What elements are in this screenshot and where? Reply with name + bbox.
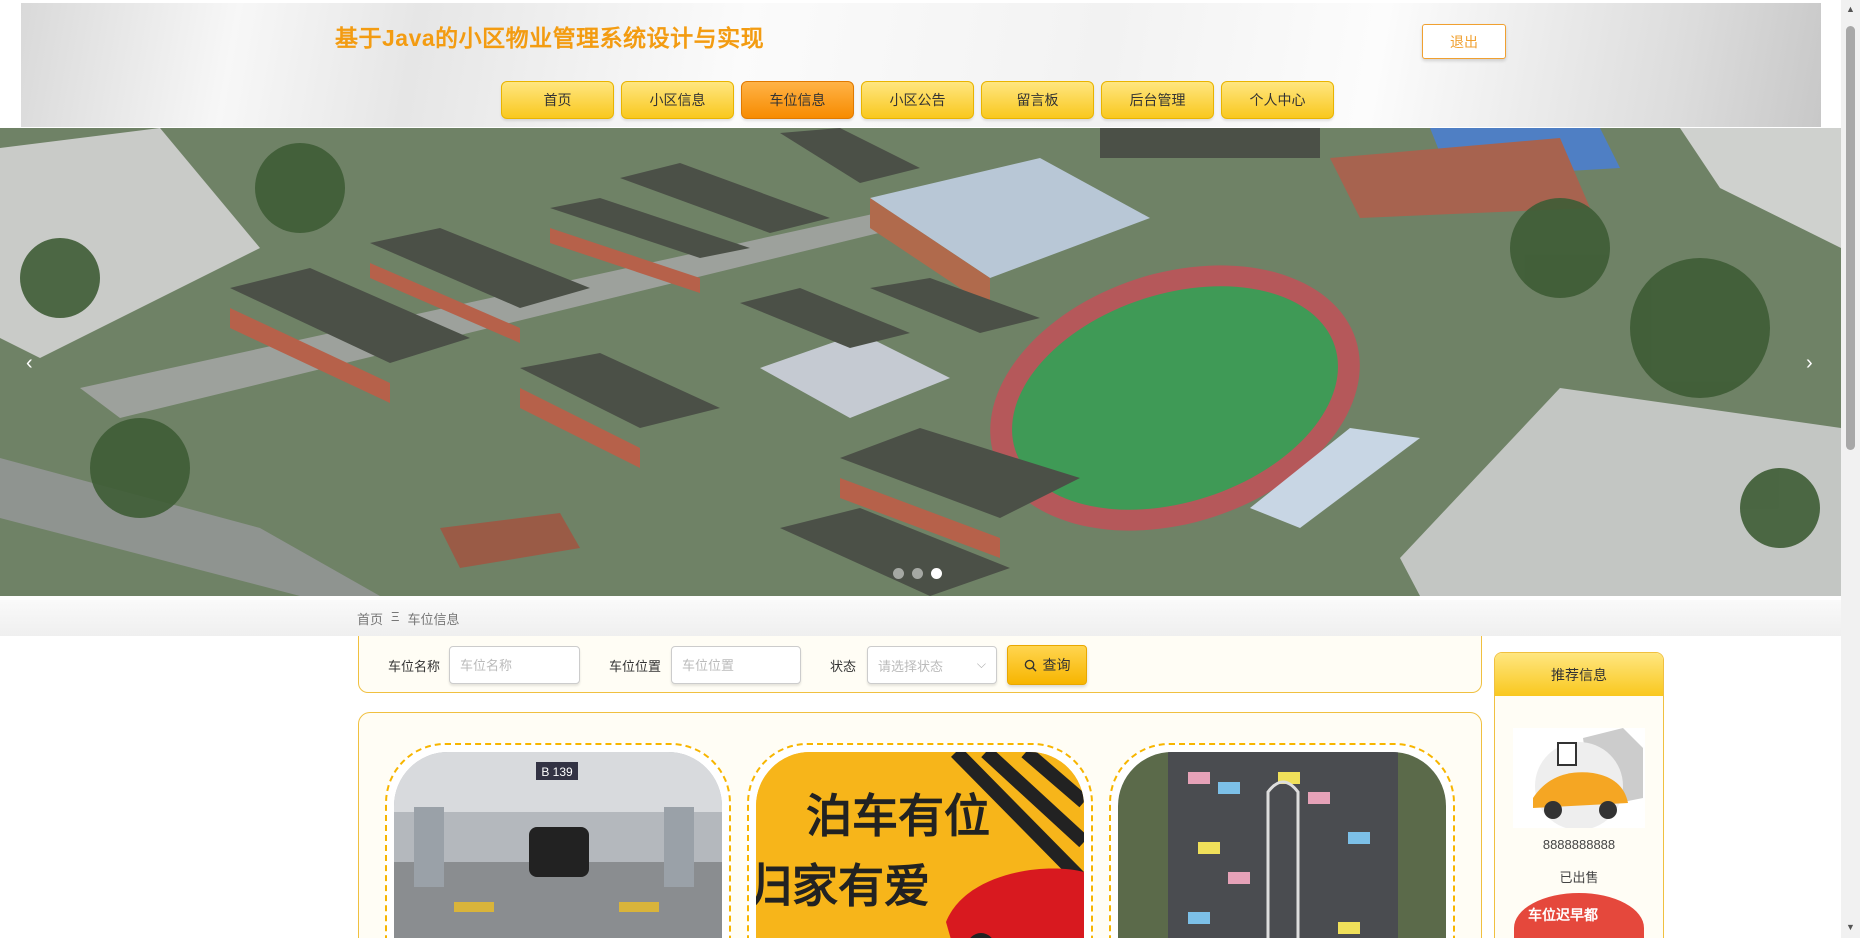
recommend-next-item[interactable]: 车位迟早都 [1514,893,1644,938]
status-label: 状态 [830,659,857,674]
status-select[interactable]: 请选择状态 ⌵ [867,646,997,684]
breadcrumb-home[interactable]: 首页 [357,609,383,628]
banner-dot-2[interactable] [912,568,923,579]
nav-item-parking-info[interactable]: 车位信息 [741,81,854,119]
recommend-title: 推荐信息 [1495,653,1663,696]
scrollbar-thumb[interactable] [1846,26,1855,450]
breadcrumb: 首页 Ξ 车位信息 [357,609,459,628]
parking-card[interactable] [1109,743,1455,938]
scroll-down-icon[interactable]: ▼ [1846,922,1855,932]
parking-sign-text: B 139 [541,765,573,779]
breadcrumb-current: 车位信息 [407,612,460,627]
breadcrumb-separator: Ξ [391,609,400,624]
search-form: 车位名称 车位位置 状态 请选择状态 ⌵ 查询 [358,636,1482,693]
card-image-aerial-parking-lot [1118,752,1446,938]
main-nav: 首页 小区信息 车位信息 小区公告 留言板 后台管理 个人中心 [501,81,1341,119]
parking-location-label: 车位位置 [609,659,662,674]
banner-prev-icon[interactable]: ‹ [26,352,33,375]
recommend-item-value: 8888888888 [1542,837,1616,852]
page-scrollbar[interactable]: ▲ ▼ [1841,0,1860,938]
banner-image [0,128,1841,596]
poster-subline: 归家有爱 [756,859,930,913]
recommend-sidebar: 推荐信息 8888888888 已出售 车位迟早都 [1494,652,1664,938]
card-image-underground-parking: B 139 [394,752,722,938]
search-icon [1024,659,1037,672]
nav-item-announcements[interactable]: 小区公告 [861,81,974,119]
recommend-item-status: 已出售 [1559,870,1599,885]
poster-headline: 泊车有位 [806,789,990,843]
parking-card[interactable]: 泊车有位 归家有爱 [747,743,1093,938]
status-select-placeholder: 请选择状态 [878,658,944,674]
card-image-parking-poster: 泊车有位 归家有爱 [756,752,1084,938]
logout-button[interactable]: 退出 [1422,24,1506,59]
site-title: 基于Java的小区物业管理系统设计与实现 [335,25,765,51]
nav-item-profile[interactable]: 个人中心 [1221,81,1334,119]
banner-dot-3[interactable] [931,568,942,579]
nav-item-community-info[interactable]: 小区信息 [621,81,734,119]
recommend-item-image[interactable] [1513,728,1645,828]
parking-location-input[interactable] [671,646,801,684]
scroll-up-icon[interactable]: ▲ [1846,4,1855,14]
parking-list: B 139 泊车有位 归家有爱 [358,712,1482,938]
parking-name-input[interactable] [449,646,580,684]
breadcrumb-bar: 首页 Ξ 车位信息 [0,600,1841,636]
banner-indicators [893,568,950,579]
recommend-next-item-text: 车位迟早都 [1528,907,1598,923]
banner-dot-1[interactable] [893,568,904,579]
banner-carousel[interactable]: ‹ › [0,128,1841,596]
parking-name-label: 车位名称 [388,659,441,674]
banner-next-icon[interactable]: › [1806,352,1813,375]
parking-card[interactable]: B 139 [385,743,731,938]
nav-item-admin[interactable]: 后台管理 [1101,81,1214,119]
search-button[interactable]: 查询 [1007,645,1087,685]
search-button-label: 查询 [1042,657,1071,673]
nav-item-home[interactable]: 首页 [501,81,614,119]
chevron-down-icon: ⌵ [976,657,986,671]
site-header: 基于Java的小区物业管理系统设计与实现 退出 首页 小区信息 车位信息 小区公… [21,3,1821,127]
nav-item-message-board[interactable]: 留言板 [981,81,1094,119]
